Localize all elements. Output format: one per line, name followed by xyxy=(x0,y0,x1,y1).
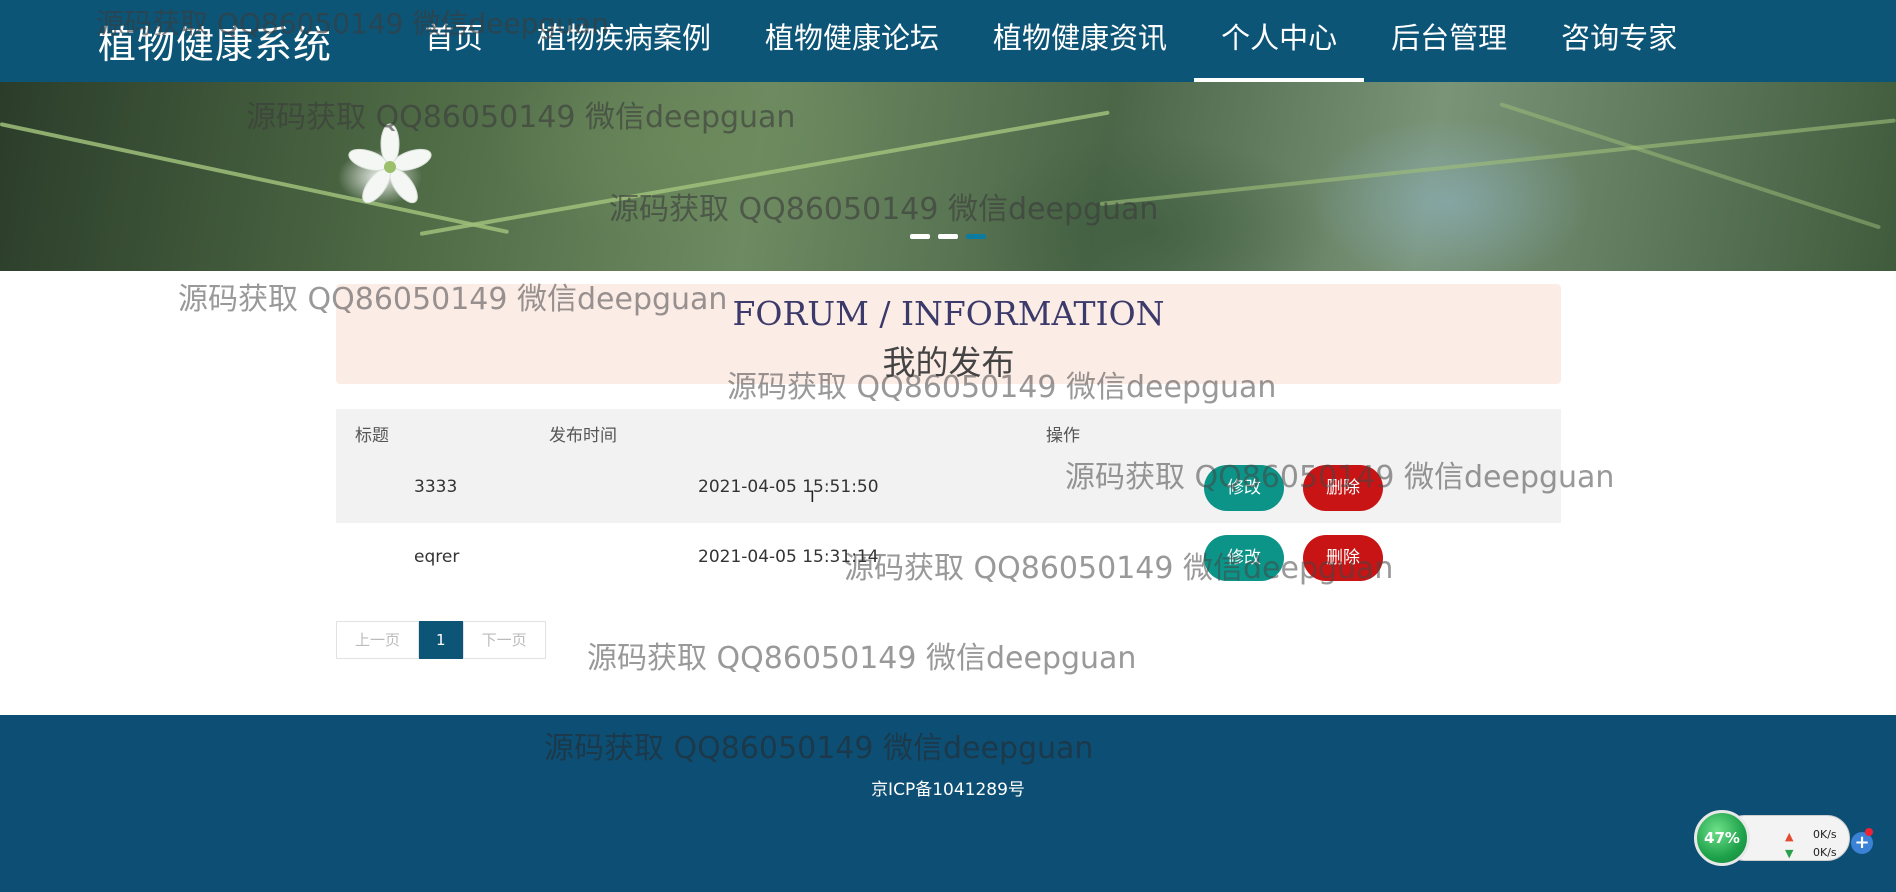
posts-table: 标题 发布时间 操作 3333 2021-04-05 15:51:50 修改 删… xyxy=(336,409,1561,593)
next-page-button[interactable]: 下一页 xyxy=(462,621,546,659)
post-title: 3333 xyxy=(414,477,458,497)
table-row: eqrer 2021-04-05 15:31:14 修改 删除 xyxy=(336,523,1561,593)
carousel-dot[interactable] xyxy=(910,234,930,239)
table-row: 3333 2021-04-05 15:51:50 修改 删除 xyxy=(336,453,1561,523)
nav-item-admin[interactable]: 后台管理 xyxy=(1364,0,1534,82)
table-header: 标题 发布时间 操作 xyxy=(336,409,1561,453)
column-header-title: 标题 xyxy=(355,426,389,446)
site-footer: 京ICP备1041289号 xyxy=(0,715,1896,892)
banner-carousel xyxy=(0,82,1896,271)
download-speed: 0K/s xyxy=(1813,846,1837,859)
edit-button[interactable]: 修改 xyxy=(1204,465,1284,511)
column-header-time: 发布时间 xyxy=(549,426,617,446)
banner-decoration xyxy=(1499,102,1882,230)
page-number-current[interactable]: 1 xyxy=(419,621,463,659)
delete-button[interactable]: 删除 xyxy=(1303,465,1383,511)
download-arrow-icon: ▼ xyxy=(1785,847,1794,860)
column-header-action: 操作 xyxy=(1046,426,1080,446)
upload-arrow-icon: ▲ xyxy=(1785,830,1794,843)
network-speed-widget[interactable]: ▲ 0K/s ▼ 0K/s + 47% xyxy=(1694,810,1873,866)
nav-item-forum[interactable]: 植物健康论坛 xyxy=(738,0,966,82)
pagination: 上一页 1 下一页 xyxy=(336,621,546,659)
memory-gauge[interactable]: 47% xyxy=(1694,810,1750,866)
icp-record: 京ICP备1041289号 xyxy=(871,780,1025,800)
nav-item-disease-cases[interactable]: 植物疾病案例 xyxy=(510,0,738,82)
site-brand[interactable]: 植物健康系统 xyxy=(98,14,332,69)
text-cursor-icon: I xyxy=(810,487,815,506)
flower-image xyxy=(348,123,432,204)
banner-decoration xyxy=(419,110,1110,236)
carousel-dot-active[interactable] xyxy=(966,234,986,239)
carousel-indicators xyxy=(910,234,986,239)
edit-button[interactable]: 修改 xyxy=(1204,535,1284,581)
upload-speed: 0K/s xyxy=(1813,828,1837,841)
section-title-cn: 我的发布 xyxy=(882,343,1015,382)
section-title-en: FORUM / INFORMATION xyxy=(732,294,1165,333)
nav-item-home[interactable]: 首页 xyxy=(398,0,510,82)
section-title-panel: FORUM / INFORMATION 我的发布 xyxy=(336,284,1561,384)
delete-button[interactable]: 删除 xyxy=(1303,535,1383,581)
prev-page-button[interactable]: 上一页 xyxy=(336,621,420,659)
post-title: eqrer xyxy=(414,547,460,567)
nav-item-news[interactable]: 植物健康资讯 xyxy=(966,0,1194,82)
notification-dot xyxy=(1865,828,1873,836)
nav-item-consult-expert[interactable]: 咨询专家 xyxy=(1534,0,1704,82)
nav-item-personal-center[interactable]: 个人中心 xyxy=(1194,0,1365,82)
post-time: 2021-04-05 15:51:50 xyxy=(698,477,879,497)
main-nav: 首页 植物疾病案例 植物健康论坛 植物健康资讯 个人中心 后台管理 咨询专家 xyxy=(398,0,1704,82)
top-navbar: 植物健康系统 首页 植物疾病案例 植物健康论坛 植物健康资讯 个人中心 后台管理… xyxy=(0,0,1896,82)
watermark: 源码获取 QQ86050149 微信deepguan xyxy=(587,641,1137,676)
post-time: 2021-04-05 15:31:14 xyxy=(698,547,879,567)
carousel-dot[interactable] xyxy=(938,234,958,239)
